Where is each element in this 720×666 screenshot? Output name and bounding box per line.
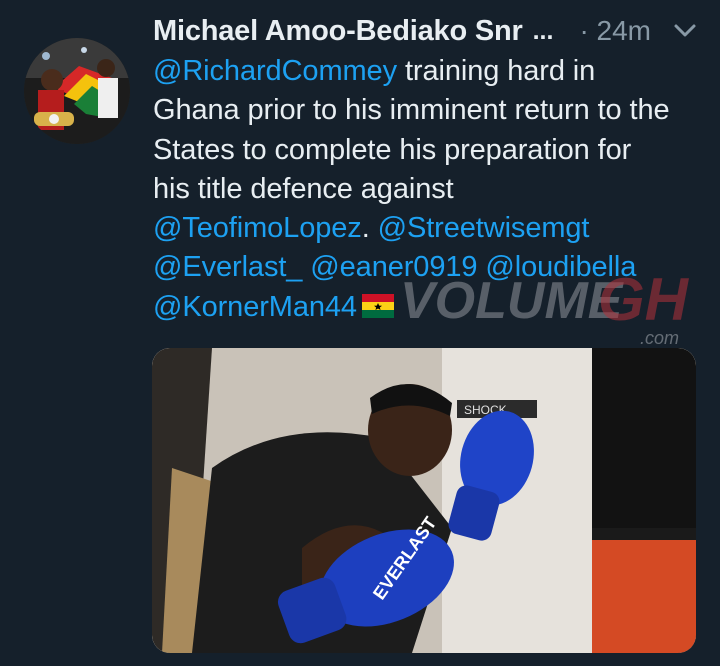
author-name[interactable]: Michael Amoo-Bediako Snr bbox=[153, 15, 523, 48]
avatar[interactable] bbox=[24, 38, 130, 144]
name-truncation: ... bbox=[532, 16, 554, 45]
tweet-media[interactable]: SHOCK EVERLAST bbox=[152, 348, 696, 653]
mention-link[interactable]: @Everlast_ bbox=[153, 251, 302, 283]
tweet-card[interactable]: Michael Amoo-Bediako Snr ... · 24m @Rich… bbox=[0, 0, 720, 666]
tweet-photo: SHOCK EVERLAST bbox=[152, 348, 696, 653]
tweet-line-2: Ghana prior to his imminent return to th… bbox=[153, 94, 670, 127]
tweet-line-1: @RichardCommey training hard in bbox=[153, 52, 713, 91]
mention-link[interactable]: @loudibella bbox=[485, 251, 636, 283]
tweet-line-4: his title defence against bbox=[153, 172, 454, 205]
mention-separator: . bbox=[361, 212, 378, 245]
mention-link[interactable]: @Streetwisemgt bbox=[378, 212, 590, 244]
tweet-line-5: @TeofimoLopez. @Streetwisemgt bbox=[153, 209, 713, 248]
chevron-down-icon[interactable] bbox=[672, 20, 698, 42]
tweet-line-3: States to complete his preparation for bbox=[153, 133, 632, 166]
avatar-image bbox=[24, 38, 130, 144]
tweet-line-6: @Everlast_ @eaner0919 @loudibella bbox=[153, 248, 713, 287]
ghana-flag-icon bbox=[361, 293, 394, 318]
mention-link[interactable]: @eaner0919 bbox=[310, 251, 477, 283]
mention-link[interactable]: @RichardCommey bbox=[153, 55, 397, 87]
tweet-header: Michael Amoo-Bediako Snr ... · 24m bbox=[153, 10, 698, 52]
tweet-text: @RichardCommey training hard in Ghana pr… bbox=[153, 52, 713, 327]
timestamp[interactable]: · 24m bbox=[579, 15, 651, 47]
tweet-line-text: training hard in bbox=[396, 55, 596, 87]
mention-link[interactable]: @TeofimoLopez bbox=[153, 212, 362, 244]
mention-link[interactable]: @KornerMan44 bbox=[153, 291, 357, 323]
watermark-domain: .com bbox=[640, 328, 679, 348]
tweet-line-7: @KornerMan44 bbox=[153, 288, 713, 327]
